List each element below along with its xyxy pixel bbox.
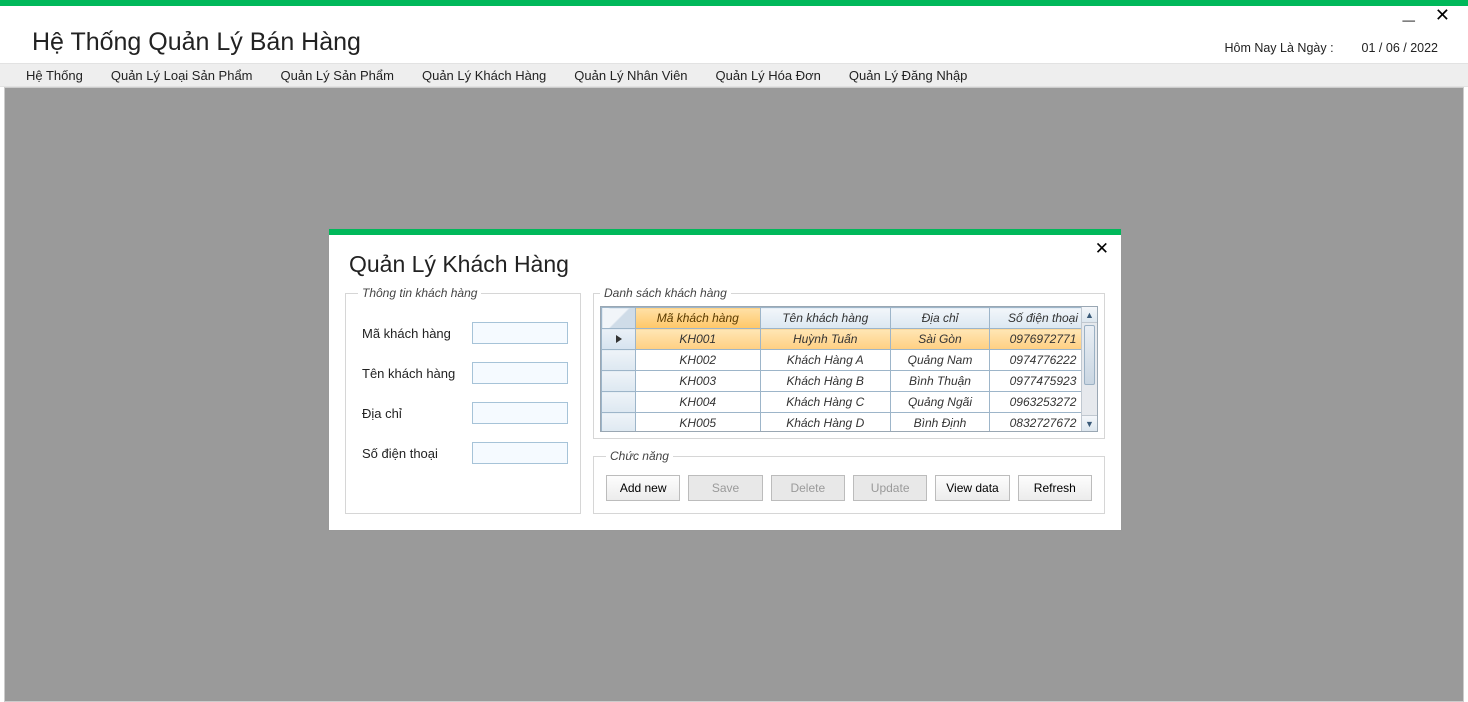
info-legend: Thông tin khách hàng [358,286,481,300]
customer-info-group: Thông tin khách hàng Mã khách hàng Tên k… [345,286,581,514]
date-display: Hôm Nay Là Ngày : 01 / 06 / 2022 [1224,41,1438,57]
cell-diachi[interactable]: Quảng Ngãi [890,392,989,413]
cell-ten[interactable]: Khách Hàng B [760,371,890,392]
col-diachi[interactable]: Địa chỉ [890,308,989,329]
input-diachi[interactable] [472,402,568,424]
mdi-client-area: ✕ Quản Lý Khách Hàng Thông tin khách hàn… [4,87,1464,702]
date-value: 01 / 06 / 2022 [1362,41,1438,55]
add-button[interactable]: Add new [606,475,680,501]
col-ma[interactable]: Mã khách hàng [636,308,761,329]
app-title: Hệ Thống Quản Lý Bán Hàng [32,28,361,57]
function-group: Chức năng Add new Save Delete Update Vie… [593,449,1105,514]
cell-ten[interactable]: Huỳnh Tuấn [760,329,890,350]
modal-title: Quản Lý Khách Hàng [329,251,1121,286]
cell-ma[interactable]: KH004 [636,392,761,413]
table-row[interactable]: KH004 Khách Hàng C Quảng Ngãi 0963253272 [602,392,1097,413]
input-sdt[interactable] [472,442,568,464]
date-label: Hôm Nay Là Ngày : [1224,41,1333,55]
row-header[interactable] [602,350,636,371]
delete-button: Delete [771,475,845,501]
customer-modal: ✕ Quản Lý Khách Hàng Thông tin khách hàn… [328,228,1122,531]
cell-ma[interactable]: KH001 [636,329,761,350]
menu-product-type[interactable]: Quản Lý Loại Sản Phẩm [97,65,267,86]
table-row[interactable]: KH003 Khách Hàng B Bình Thuận 0977475923 [602,371,1097,392]
menu-staff[interactable]: Quản Lý Nhân Viên [560,65,701,86]
grid-corner[interactable] [602,308,636,329]
menubar: Hệ Thống Quản Lý Loại Sản Phẩm Quản Lý S… [0,63,1468,87]
scroll-up-icon[interactable]: ▲ [1082,307,1097,323]
refresh-button[interactable]: Refresh [1018,475,1092,501]
row-header[interactable] [602,371,636,392]
input-ten[interactable] [472,362,568,384]
app-header: Hệ Thống Quản Lý Bán Hàng Hôm Nay Là Ngà… [0,28,1468,63]
input-ma[interactable] [472,322,568,344]
cell-ten[interactable]: Khách Hàng D [760,413,890,433]
cell-ten[interactable]: Khách Hàng C [760,392,890,413]
row-header[interactable] [602,329,636,350]
cell-ten[interactable]: Khách Hàng A [760,350,890,371]
table-row[interactable]: KH001 Huỳnh Tuấn Sài Gòn 0976972771 [602,329,1097,350]
menu-login[interactable]: Quản Lý Đăng Nhập [835,65,982,86]
row-header[interactable] [602,413,636,433]
label-diachi: Địa chỉ [362,406,402,421]
modal-close-icon[interactable]: ✕ [1095,239,1109,259]
customer-grid[interactable]: Mã khách hàng Tên khách hàng Địa chỉ Số … [600,306,1098,432]
col-ten[interactable]: Tên khách hàng [760,308,890,329]
cell-ma[interactable]: KH005 [636,413,761,433]
cell-diachi[interactable]: Bình Định [890,413,989,433]
view-button[interactable]: View data [935,475,1009,501]
func-legend: Chức năng [606,449,673,463]
cell-diachi[interactable]: Sài Gòn [890,329,989,350]
save-button: Save [688,475,762,501]
menu-invoice[interactable]: Quản Lý Hóa Đơn [702,65,835,86]
menu-system[interactable]: Hệ Thống [12,65,97,86]
label-ten: Tên khách hàng [362,366,455,381]
customer-list-group: Danh sách khách hàng Mã khách hàng Tên k… [593,286,1105,439]
cell-ma[interactable]: KH002 [636,350,761,371]
minimize-icon[interactable]: _ [1403,8,1415,16]
cell-diachi[interactable]: Bình Thuận [890,371,989,392]
cell-ma[interactable]: KH003 [636,371,761,392]
scroll-thumb[interactable] [1084,325,1095,385]
menu-customer[interactable]: Quản Lý Khách Hàng [408,65,560,86]
table-row[interactable]: KH002 Khách Hàng A Quảng Nam 0974776222 [602,350,1097,371]
label-ma: Mã khách hàng [362,326,451,341]
row-header[interactable] [602,392,636,413]
scroll-down-icon[interactable]: ▼ [1082,415,1097,431]
label-sdt: Số điện thoại [362,446,438,461]
cell-diachi[interactable]: Quảng Nam [890,350,989,371]
table-row[interactable]: KH005 Khách Hàng D Bình Định 0832727672 [602,413,1097,433]
row-pointer-icon [616,335,622,343]
window-titlebar: _ ✕ [0,6,1468,28]
update-button: Update [853,475,927,501]
grid-scrollbar[interactable]: ▲ ▼ [1081,307,1097,431]
close-icon[interactable]: ✕ [1435,6,1450,24]
menu-product[interactable]: Quản Lý Sản Phẩm [267,65,408,86]
list-legend: Danh sách khách hàng [600,286,731,300]
